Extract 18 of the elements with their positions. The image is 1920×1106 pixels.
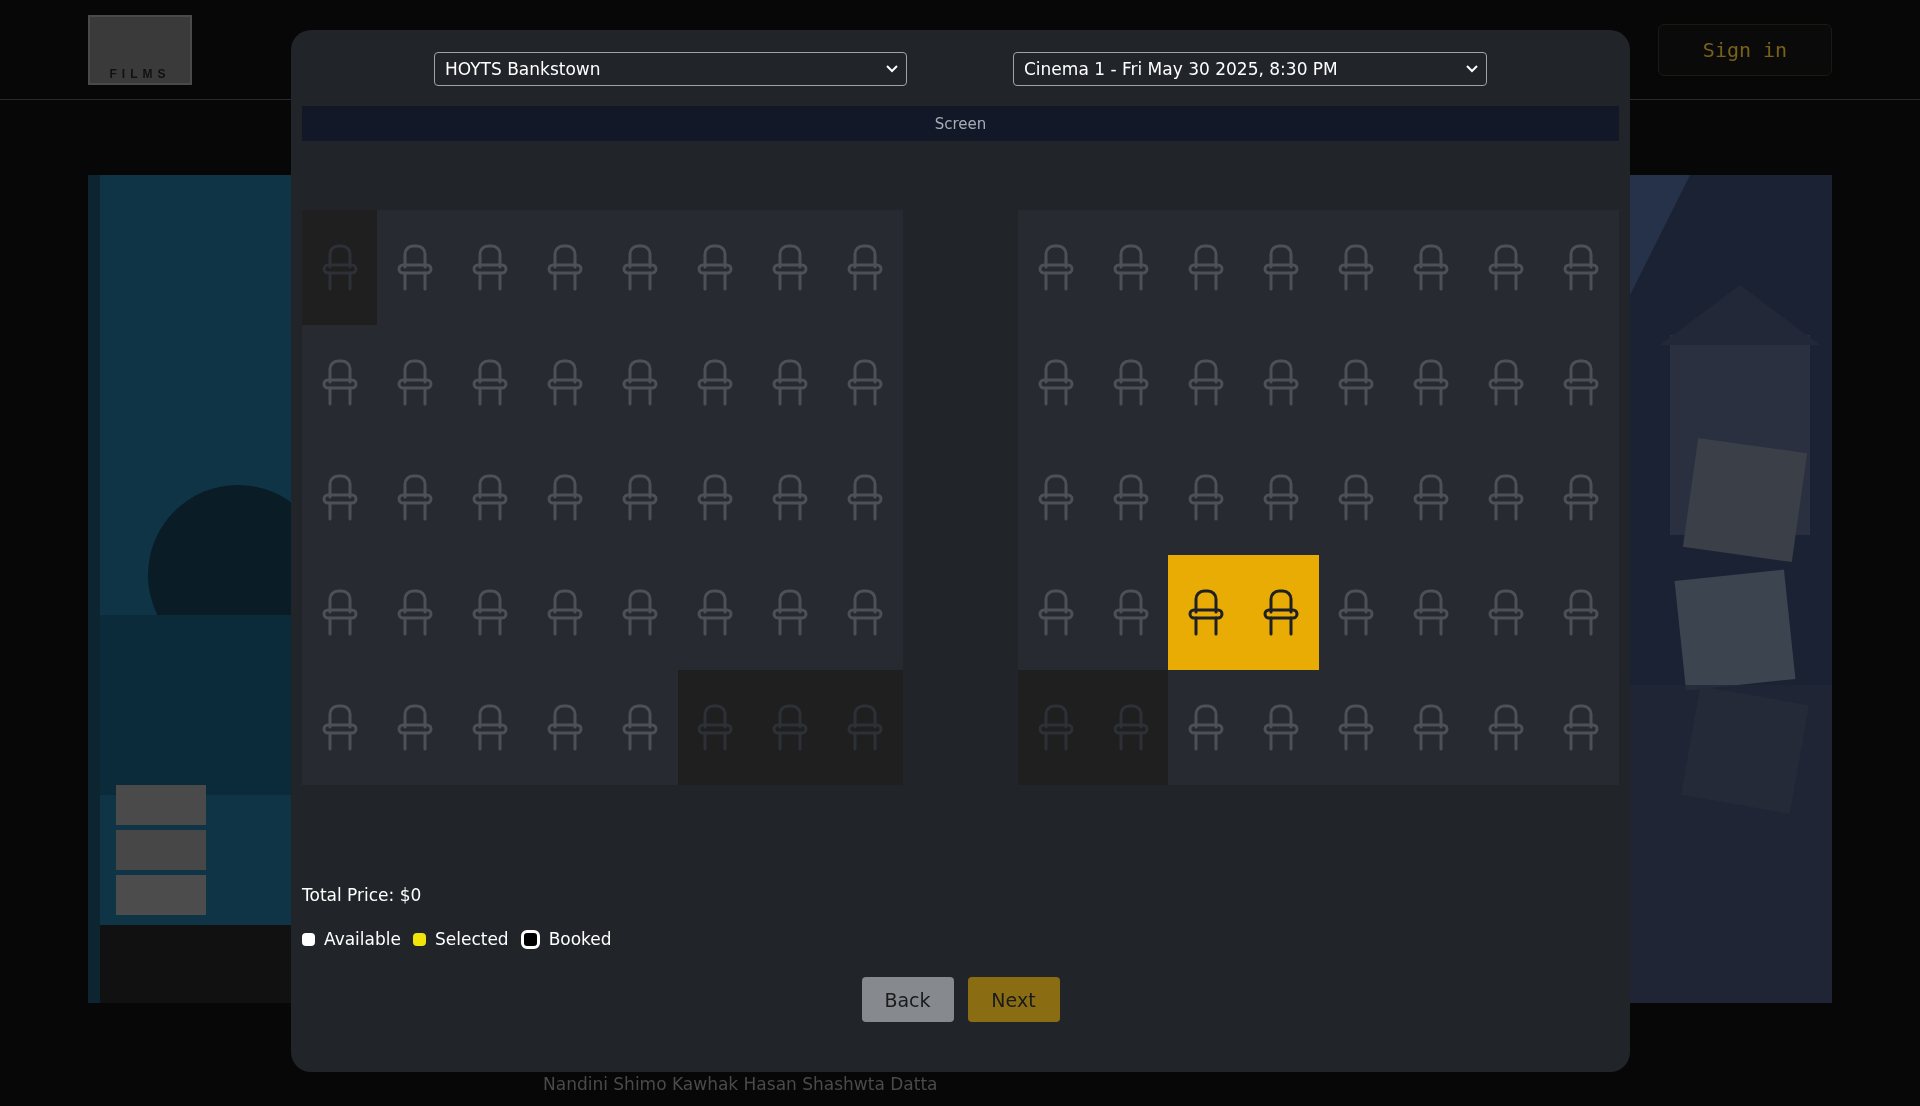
back-button[interactable]: Back bbox=[861, 977, 954, 1022]
seat[interactable] bbox=[1168, 555, 1244, 670]
footer-text: Nandini Shimo Kawhak Hasan Shashwta Datta bbox=[543, 1074, 938, 1094]
legend-label: Selected bbox=[434, 929, 509, 949]
chevron-down-icon bbox=[1466, 65, 1478, 73]
legend-swatch bbox=[412, 932, 426, 946]
cinema-select[interactable]: HOYTS Bankstown bbox=[434, 52, 907, 86]
sign-in-button[interactable]: Sign in bbox=[1658, 23, 1832, 76]
chevron-down-icon bbox=[886, 65, 898, 73]
legend-label: Available bbox=[324, 929, 401, 949]
legend-swatch bbox=[520, 929, 540, 949]
seat[interactable] bbox=[1243, 555, 1319, 670]
next-button[interactable]: Next bbox=[967, 977, 1060, 1022]
legend-label: Booked bbox=[548, 929, 612, 949]
legend-swatch bbox=[302, 932, 315, 946]
total-price: Total Price: $0 bbox=[302, 885, 423, 905]
session-select[interactable]: Cinema 1 - Fri May 30 2025, 8:30 PM bbox=[1013, 52, 1487, 86]
screen-bar: Screen bbox=[302, 106, 1619, 141]
